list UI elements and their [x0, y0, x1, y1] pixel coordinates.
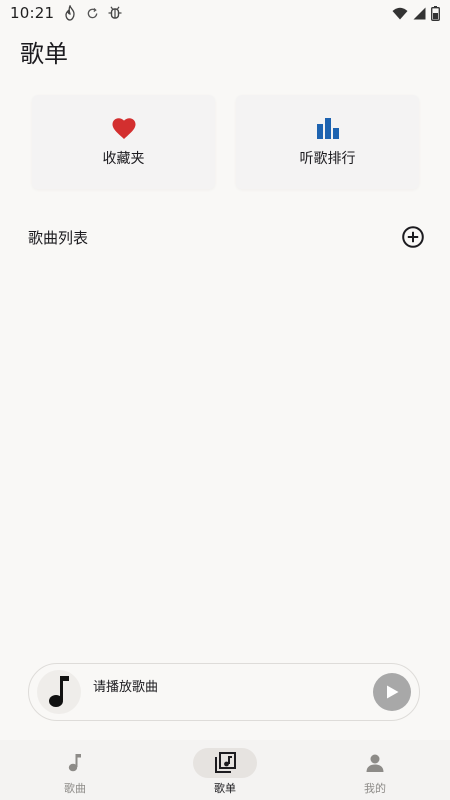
page-title: 歌单	[20, 40, 68, 68]
music-note-icon	[68, 754, 81, 772]
status-bar: 10:21	[0, 0, 450, 26]
wifi-icon	[392, 7, 408, 20]
bar-chart-icon	[316, 116, 340, 142]
playlist-section-header: 歌曲列表	[28, 224, 426, 250]
nav-label-playlists: 歌单	[214, 782, 236, 795]
mini-player[interactable]: 请播放歌曲	[28, 663, 420, 721]
add-playlist-button[interactable]	[400, 224, 426, 250]
favorites-label: 收藏夹	[102, 151, 145, 167]
ranking-label: 听歌排行	[299, 151, 356, 167]
bug-icon	[107, 5, 123, 21]
battery-icon	[431, 5, 440, 21]
nav-icon-wrap-playlists	[193, 748, 257, 778]
playlist-section-title: 歌曲列表	[28, 228, 89, 247]
favorites-card[interactable]: 收藏夹	[32, 95, 215, 189]
status-right	[392, 5, 440, 21]
nav-label-mine: 我的	[364, 782, 386, 795]
music-note-icon	[49, 676, 69, 707]
mini-player-cover	[37, 670, 81, 714]
heart-icon	[112, 116, 136, 142]
play-icon	[387, 685, 399, 699]
bottom-nav: 歌曲 歌单 我的	[0, 740, 450, 800]
nav-icon-wrap-songs	[43, 748, 107, 778]
nav-label-songs: 歌曲	[64, 782, 86, 795]
person-icon	[366, 754, 384, 772]
status-time: 10:21	[10, 4, 55, 22]
add-circle-icon	[402, 226, 424, 248]
nav-item-songs[interactable]: 歌曲	[0, 740, 150, 800]
signal-icon	[413, 7, 426, 20]
sync-icon	[86, 7, 99, 20]
status-left: 10:21	[10, 4, 123, 22]
mini-player-prompt: 请播放歌曲	[93, 680, 159, 695]
ranking-card[interactable]: 听歌排行	[236, 95, 419, 189]
library-music-icon	[215, 752, 236, 773]
play-button[interactable]	[373, 673, 411, 711]
fire-icon	[62, 5, 78, 21]
nav-item-playlists[interactable]: 歌单	[150, 740, 300, 800]
nav-item-mine[interactable]: 我的	[300, 740, 450, 800]
nav-icon-wrap-mine	[343, 748, 407, 778]
